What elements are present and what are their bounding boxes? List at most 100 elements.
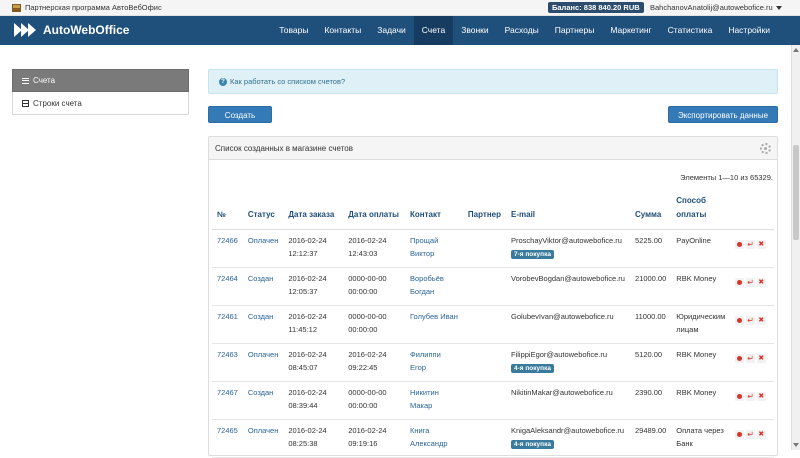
- partner-cell: [462, 229, 506, 268]
- invoice-number-link[interactable]: 72466: [212, 229, 243, 268]
- contact-link[interactable]: Книга Александр: [405, 419, 463, 458]
- order-date-cell: 2016-02-24 12:05:37: [283, 267, 344, 306]
- column-header-sum[interactable]: Сумма: [629, 191, 672, 230]
- edit-icon[interactable]: [735, 391, 745, 401]
- email-cell: FilippiEgor@autowebofice.ru 4-я покупка: [506, 343, 630, 382]
- invoice-number-link[interactable]: 72461: [212, 305, 243, 344]
- nav-item-calls[interactable]: Звонки: [453, 16, 496, 45]
- nav-item-settings[interactable]: Настройки: [720, 16, 778, 45]
- column-header-pay-date[interactable]: Дата оплаты: [343, 191, 405, 230]
- delete-icon[interactable]: [757, 428, 767, 441]
- return-icon[interactable]: [746, 276, 756, 289]
- nav-item-tasks[interactable]: Задачи: [369, 16, 414, 45]
- nav-item-partners[interactable]: Партнеры: [547, 16, 603, 45]
- contact-link[interactable]: Голубев Иван: [405, 305, 463, 344]
- invoice-number-link[interactable]: 72464: [212, 267, 243, 306]
- pay-date-cell: 0000-00-00 00:00:00: [343, 305, 405, 344]
- logo[interactable]: AutoWebOffice: [14, 23, 129, 37]
- nav-item-marketing[interactable]: Маркетинг: [602, 16, 659, 45]
- logo-icon: [14, 23, 38, 37]
- column-header-num[interactable]: №: [212, 191, 243, 230]
- create-button[interactable]: Создать: [208, 106, 272, 123]
- edit-icon[interactable]: [735, 277, 745, 287]
- edit-icon[interactable]: [735, 353, 745, 363]
- edit-icon[interactable]: [735, 239, 745, 249]
- return-icon[interactable]: [746, 238, 756, 251]
- invoice-status: Оплачен: [242, 343, 284, 382]
- delete-icon[interactable]: [757, 276, 767, 289]
- table-row[interactable]: 72465 Оплачен 2016-02-24 08:25:38 2016-02-24…: [212, 419, 774, 458]
- delete-icon[interactable]: [757, 352, 767, 365]
- table-row[interactable]: 72466 Оплачен 2016-02-24 12:12:37 2016-02-24…: [212, 229, 774, 268]
- purchase-count-badge: 4-я покупка: [511, 363, 554, 373]
- return-icon[interactable]: [746, 390, 756, 403]
- balance-badge[interactable]: Баланс: 838 840.20 RUB: [548, 2, 644, 13]
- list-icon: [22, 77, 29, 84]
- sidebar-item-invoices[interactable]: Счета: [12, 69, 189, 92]
- purchase-count-badge: 4-я покупка: [511, 439, 554, 449]
- help-info-box[interactable]: ? Как работать со списком счетов?: [208, 69, 778, 94]
- email-cell: NikitinMakar@autowebofice.ru: [506, 381, 630, 420]
- table-row[interactable]: 72463 Оплачен 2016-02-24 08:45:07 2016-02-24…: [212, 343, 774, 382]
- column-header-email[interactable]: E-mail: [506, 191, 630, 230]
- page-scrollbar[interactable]: [791, 45, 800, 450]
- nav-item-statistics[interactable]: Статистика: [660, 16, 721, 45]
- invoice-number-link[interactable]: 72463: [212, 343, 243, 382]
- column-header-contact[interactable]: Контакт: [405, 191, 463, 230]
- sidebar-item-label: Строки счета: [33, 98, 82, 108]
- chevron-down-icon: [775, 6, 782, 11]
- scroll-down-icon[interactable]: [793, 443, 799, 447]
- contact-link[interactable]: Воробьёв Богдан: [405, 267, 463, 306]
- row-actions: [730, 419, 774, 458]
- delete-icon[interactable]: [757, 238, 767, 251]
- column-header-order-date[interactable]: Дата заказа: [283, 191, 344, 230]
- nav-item-expenses[interactable]: Расходы: [497, 16, 547, 45]
- email-cell: GolubevIvan@autowebofice.ru: [506, 305, 630, 344]
- export-data-button[interactable]: Экспортировать данные: [668, 106, 778, 123]
- sum-cell: 29489.00: [629, 419, 672, 458]
- nav-item-products[interactable]: Товары: [271, 16, 316, 45]
- user-menu[interactable]: BahchanovAnatolij@autowebofice.ru: [650, 3, 782, 12]
- table-row[interactable]: 72464 Создан 2016-02-24 12:05:37 0000-00-00 0…: [212, 267, 774, 306]
- scroll-up-icon[interactable]: [793, 48, 799, 52]
- invoice-status: Создан: [242, 305, 284, 344]
- gear-icon[interactable]: [760, 143, 771, 154]
- partner-program-label: Партнерская программа АвтоВебОфис: [25, 3, 162, 12]
- order-date-cell: 2016-02-24 11:45:12: [283, 305, 344, 344]
- sidebar: Счета Строки счета: [12, 69, 189, 115]
- return-icon[interactable]: [746, 314, 756, 327]
- contact-link[interactable]: Филиппи Егор: [405, 343, 463, 382]
- delete-icon[interactable]: [757, 314, 767, 327]
- invoice-status: Создан: [242, 267, 284, 306]
- scrollbar-thumb[interactable]: [793, 145, 799, 240]
- contact-link[interactable]: Никитин Макар: [405, 381, 463, 420]
- delete-icon[interactable]: [757, 390, 767, 403]
- payment-method-cell: PayOnline: [671, 229, 731, 268]
- column-header-payment-method[interactable]: Способ оплаты: [671, 191, 731, 230]
- partner-program-link[interactable]: Партнерская программа АвтоВебОфис: [12, 3, 162, 12]
- return-icon[interactable]: [746, 428, 756, 441]
- table-row[interactable]: 72467 Создан 2016-02-24 08:39:44 0000-00-00 0…: [212, 381, 774, 420]
- help-link[interactable]: Как работать со списком счетов?: [230, 77, 345, 86]
- edit-icon[interactable]: [735, 429, 745, 439]
- sum-cell: 2390.00: [629, 381, 672, 420]
- nav-item-contacts[interactable]: Контакты: [316, 16, 369, 45]
- invoice-number-link[interactable]: 72467: [212, 381, 243, 420]
- payment-method-cell: Оплата через Банк: [671, 419, 731, 458]
- contact-link[interactable]: Прощай Виктор: [405, 229, 463, 268]
- table-header-row: № Статус Дата заказа Дата оплаты Контакт…: [212, 191, 774, 230]
- return-icon[interactable]: [746, 352, 756, 365]
- invoice-number-link[interactable]: 72465: [212, 419, 243, 458]
- nav-item-invoices[interactable]: Счета: [413, 16, 454, 45]
- sidebar-item-invoice-lines[interactable]: Строки счета: [12, 92, 189, 115]
- edit-icon[interactable]: [735, 315, 745, 325]
- items-counter: Элементы 1—10 из 65329.: [680, 173, 773, 182]
- table-row[interactable]: 72461 Создан 2016-02-24 11:45:12 0000-00-00 0…: [212, 305, 774, 344]
- column-header-partner[interactable]: Партнер: [462, 191, 506, 230]
- invoice-status: Оплачен: [242, 419, 284, 458]
- column-header-status[interactable]: Статус: [242, 191, 284, 230]
- row-actions: [730, 305, 774, 344]
- email-cell: VorobevBogdan@autowebofice.ru: [506, 267, 630, 306]
- email-cell: ProschayViktor@autowebofice.ru 7-я покупк…: [506, 229, 630, 268]
- row-actions: [730, 381, 774, 420]
